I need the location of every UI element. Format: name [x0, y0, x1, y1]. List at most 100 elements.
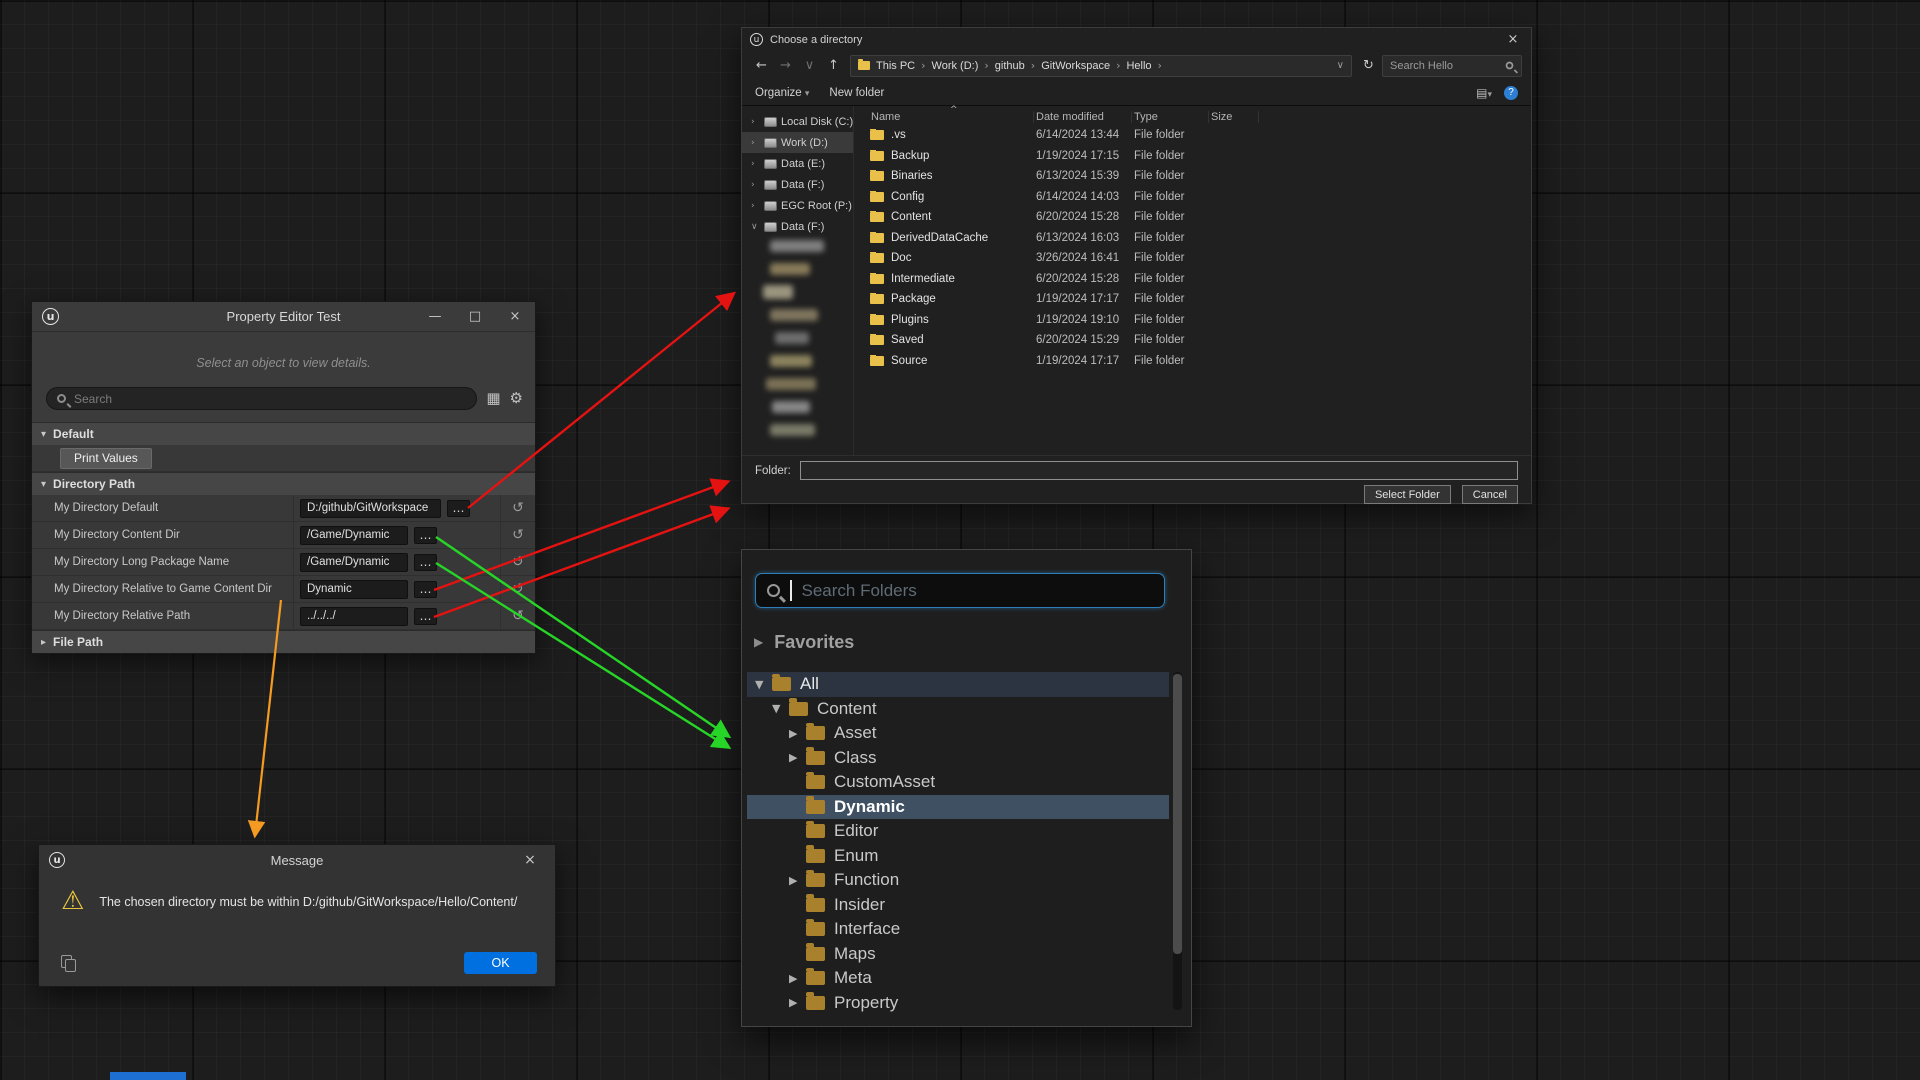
browse-ellipsis-button[interactable]: …: [447, 500, 470, 517]
breadcrumb-segment[interactable]: Hello: [1126, 60, 1151, 72]
collapsed-triangle-icon[interactable]: ▶: [754, 635, 763, 649]
organize-menu[interactable]: Organize ▾: [755, 87, 809, 99]
select-folder-button[interactable]: Select Folder: [1364, 485, 1451, 504]
tree-chevron-icon[interactable]: ›: [751, 201, 760, 211]
drive-tree-item[interactable]: › Data (F:): [742, 174, 853, 195]
browse-ellipsis-button[interactable]: …: [414, 581, 437, 598]
drive-tree-item[interactable]: › EGC Root (P:): [742, 195, 853, 216]
breadcrumb-segment[interactable]: GitWorkspace: [1041, 60, 1110, 72]
maximize-button[interactable]: □: [455, 302, 495, 332]
folder-tree-item[interactable]: Dynamic: [747, 795, 1169, 820]
file-row[interactable]: Backup 1/19/2024 17:15 File folder: [854, 146, 1531, 167]
breadcrumb-segment[interactable]: github: [995, 60, 1025, 72]
cancel-button[interactable]: Cancel: [1462, 485, 1518, 504]
folder-tree-item[interactable]: ▶ Asset: [747, 721, 1169, 746]
category-directory-path[interactable]: ▾ Directory Path: [32, 472, 535, 495]
folder-input[interactable]: [800, 461, 1518, 480]
breadcrumb-segment[interactable]: This PC: [876, 60, 915, 72]
folder-tree-item[interactable]: ▶ Class: [747, 746, 1169, 771]
folder-tree-item[interactable]: ▶ Function: [747, 868, 1169, 893]
help-icon[interactable]: ?: [1504, 86, 1518, 100]
browse-ellipsis-button[interactable]: …: [414, 554, 437, 571]
browse-ellipsis-button[interactable]: …: [414, 608, 437, 625]
property-value-field[interactable]: ../../../: [300, 607, 408, 626]
print-values-button[interactable]: Print Values: [60, 448, 152, 469]
message-titlebar[interactable]: u Message ×: [39, 845, 555, 875]
file-row[interactable]: Source 1/19/2024 17:17 File folder: [854, 351, 1531, 372]
reset-to-default-icon[interactable]: ↺: [501, 500, 535, 516]
file-row[interactable]: Saved 6/20/2024 15:29 File folder: [854, 330, 1531, 351]
up-icon[interactable]: ↑: [823, 58, 844, 73]
tree-chevron-icon[interactable]: ›: [751, 117, 760, 127]
tree-chevron-icon[interactable]: ›: [751, 138, 760, 148]
breadcrumb-segment[interactable]: Work (D:): [932, 60, 979, 72]
new-folder-button[interactable]: New folder: [829, 87, 884, 99]
tree-expander-icon[interactable]: ▶: [789, 972, 806, 985]
folder-tree-item[interactable]: Insider: [747, 893, 1169, 918]
close-button[interactable]: ×: [515, 845, 545, 875]
category-default[interactable]: ▾ Default: [32, 422, 535, 445]
minimize-button[interactable]: —: [415, 302, 455, 332]
change-view-icon[interactable]: ▤▾: [1476, 86, 1492, 100]
address-bar[interactable]: This PC › Work (D:) › github › GitWorksp…: [850, 55, 1352, 77]
file-row[interactable]: DerivedDataCache 6/13/2024 16:03 File fo…: [854, 228, 1531, 249]
ok-button[interactable]: OK: [464, 952, 537, 974]
settings-gear-icon[interactable]: ⚙: [510, 391, 523, 406]
refresh-icon[interactable]: ↻: [1358, 58, 1379, 73]
close-button[interactable]: ×: [495, 302, 535, 332]
folder-tree-item[interactable]: ▼ Content: [747, 697, 1169, 722]
property-value-field[interactable]: /Game/Dynamic: [300, 553, 408, 572]
search-input[interactable]: [46, 387, 477, 410]
column-header-date-modified[interactable]: Date modified: [1034, 111, 1132, 123]
column-header-type[interactable]: Type: [1132, 111, 1209, 123]
tree-expander-icon[interactable]: ▼: [772, 702, 789, 715]
folder-tree-item[interactable]: Maps: [747, 942, 1169, 967]
address-dropdown-icon[interactable]: ∨: [1337, 60, 1344, 71]
history-dropdown-icon[interactable]: ∨: [799, 58, 820, 73]
file-row[interactable]: Doc 3/26/2024 16:41 File folder: [854, 248, 1531, 269]
folder-search-box[interactable]: [755, 573, 1165, 608]
tree-expander-icon[interactable]: ▶: [789, 996, 806, 1009]
tree-chevron-icon[interactable]: ∨: [751, 222, 760, 232]
file-row[interactable]: Content 6/20/2024 15:28 File folder: [854, 207, 1531, 228]
folder-tree-item[interactable]: CustomAsset: [747, 770, 1169, 795]
folder-tree-item[interactable]: Interface: [747, 917, 1169, 942]
folder-tree-item[interactable]: Enum: [747, 844, 1169, 869]
folder-tree-item[interactable]: ▼ All: [747, 672, 1169, 697]
drive-tree-item[interactable]: › Work (D:): [742, 132, 853, 153]
reset-to-default-icon[interactable]: ↺: [501, 581, 535, 597]
reset-to-default-icon[interactable]: ↺: [501, 554, 535, 570]
tree-expander-icon[interactable]: ▶: [789, 727, 806, 740]
column-header-size[interactable]: Size: [1209, 111, 1259, 123]
tree-expander-icon[interactable]: ▶: [789, 874, 806, 887]
folder-search-field[interactable]: [802, 581, 1154, 601]
close-button[interactable]: ×: [1495, 28, 1531, 51]
drive-tree-item[interactable]: › Data (E:): [742, 153, 853, 174]
copy-to-clipboard-icon[interactable]: [61, 955, 77, 972]
favorites-section[interactable]: ▶ Favorites: [754, 628, 854, 656]
explorer-search-field[interactable]: [1390, 60, 1499, 72]
file-row[interactable]: Binaries 6/13/2024 15:39 File folder: [854, 166, 1531, 187]
reset-to-default-icon[interactable]: ↺: [501, 527, 535, 543]
tree-chevron-icon[interactable]: ›: [751, 180, 760, 190]
dialog-titlebar[interactable]: u Choose a directory ×: [742, 28, 1531, 51]
file-row[interactable]: Package 1/19/2024 17:17 File folder: [854, 289, 1531, 310]
folder-tree-item[interactable]: ▶ Property: [747, 991, 1169, 1016]
tree-chevron-icon[interactable]: ›: [751, 159, 760, 169]
back-icon[interactable]: ←: [751, 58, 772, 73]
category-file-path[interactable]: ▸ File Path: [32, 630, 535, 653]
drive-tree-item[interactable]: › Local Disk (C:): [742, 111, 853, 132]
file-row[interactable]: Plugins 1/19/2024 19:10 File folder: [854, 310, 1531, 331]
scrollbar-thumb[interactable]: [1173, 674, 1182, 954]
folder-tree-item[interactable]: Editor: [747, 819, 1169, 844]
browse-ellipsis-button[interactable]: …: [414, 527, 437, 544]
property-value-field[interactable]: /Game/Dynamic: [300, 526, 408, 545]
column-header-name[interactable]: Name: [854, 111, 1034, 123]
view-options-icon[interactable]: ▦: [486, 391, 500, 406]
file-row[interactable]: .vs 6/14/2024 13:44 File folder: [854, 125, 1531, 146]
tree-expander-icon[interactable]: ▼: [755, 678, 772, 691]
explorer-search-box[interactable]: [1382, 55, 1522, 77]
reset-to-default-icon[interactable]: ↺: [501, 608, 535, 624]
file-row[interactable]: Config 6/14/2024 14:03 File folder: [854, 187, 1531, 208]
scrollbar-track[interactable]: [1173, 672, 1182, 1010]
